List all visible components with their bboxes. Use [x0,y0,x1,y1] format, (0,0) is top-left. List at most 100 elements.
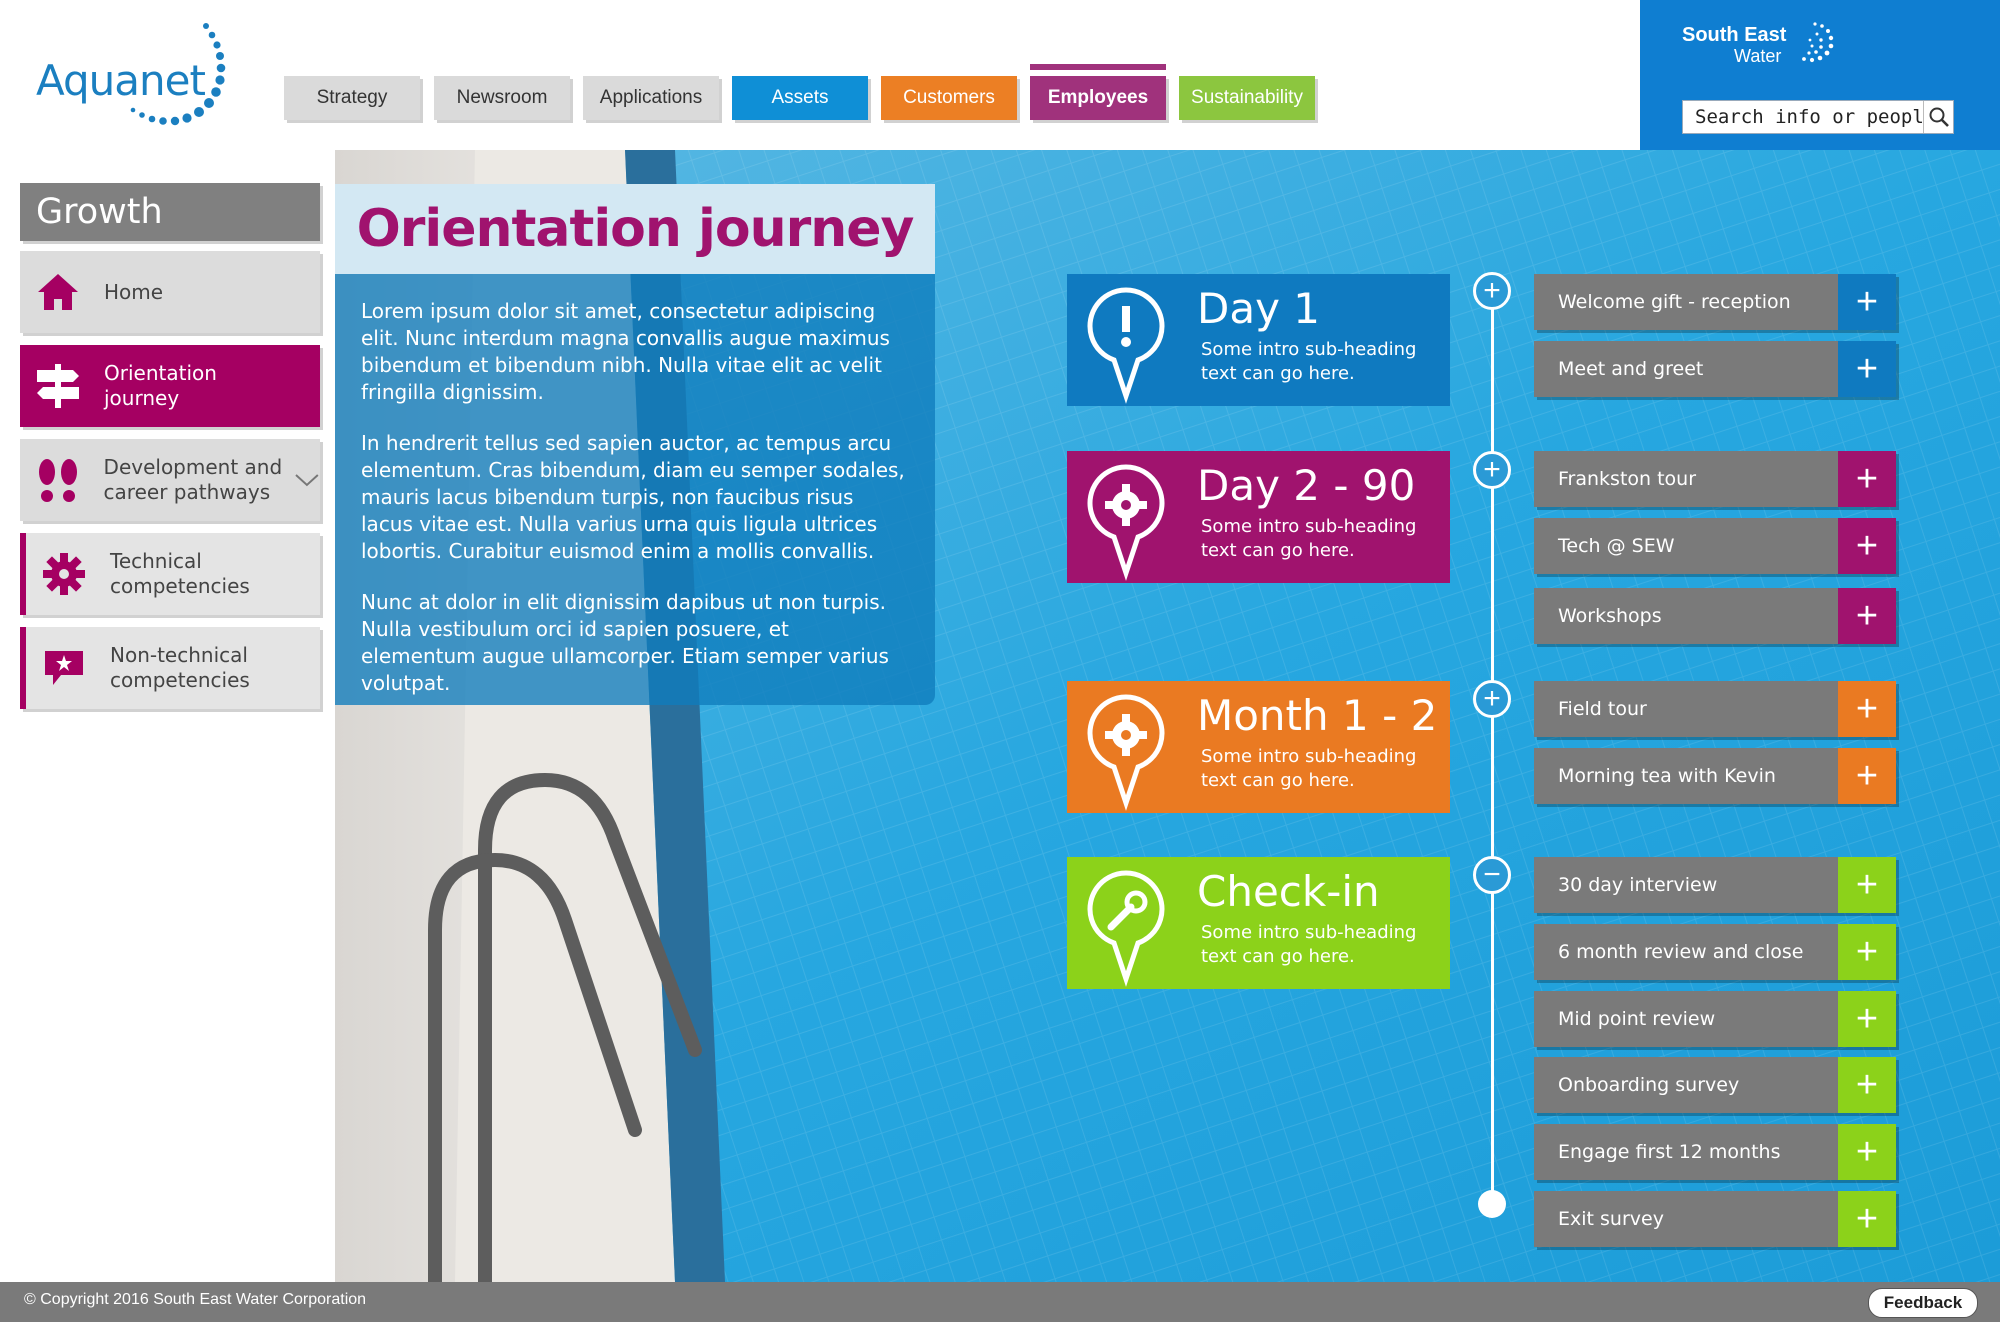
sidebar-item-label: Technical competencies [110,549,250,598]
expand-plus-icon[interactable]: + [1838,1057,1896,1113]
nav-tab-employees-label: Employees [1047,87,1149,108]
stage-title: Month 1 - 2 [1197,691,1438,740]
sidebar-item-label: Orientation journey [104,361,217,410]
timeline-end-dot [1478,1190,1506,1218]
wrench-pin-icon [1087,870,1165,987]
nav-tab-sustainability[interactable]: Sustainability [1179,76,1315,120]
intro-panel: Orientation journey Lorem ipsum dolor si… [335,150,935,705]
task-item[interactable]: 30 day interview + [1534,857,1896,913]
nav-tab-assets[interactable]: Assets [732,76,868,120]
task-item[interactable]: Tech @ SEW + [1534,518,1896,574]
expand-plus-icon[interactable]: + [1838,274,1896,330]
sidebar-item-orientation-journey[interactable]: Orientation journey [20,345,320,427]
swirl-logo-icon [1802,22,1834,63]
stage-subheading: Some intro sub-heading text can go here. [1201,516,1417,561]
sidebar-item-home[interactable]: Home [20,251,320,333]
sidebar-item-label: Development and career pathways [103,455,283,504]
gear-icon [32,552,96,596]
page-title: Orientation journey [356,199,915,259]
gear-pin-icon [1087,694,1165,811]
task-label: Frankston tour [1558,468,1697,490]
nav-tab-applications[interactable]: Applications [583,76,719,120]
expand-plus-icon[interactable]: + [1838,681,1896,737]
task-item[interactable]: 6 month review and close + [1534,924,1896,980]
task-item[interactable]: Onboarding survey + [1534,1057,1896,1113]
expand-plus-icon[interactable]: + [1838,1191,1896,1247]
sidebar: Growth Home Orientation journey Developm… [20,183,320,709]
timeline-node[interactable]: − [1473,856,1511,894]
feedback-button[interactable]: Feedback [1868,1288,1978,1318]
expand-plus-icon[interactable]: + [1838,341,1896,397]
stage-day-1[interactable]: Day 1 Some intro sub-heading text can go… [1067,274,1450,406]
timeline-line [1491,290,1494,1200]
aquanet-logo[interactable]: Aquanet [36,22,246,137]
search-button[interactable] [1923,101,1953,133]
task-item[interactable]: Engage first 12 months + [1534,1124,1896,1180]
copyright-text: © Copyright 2016 South East Water Corpor… [24,1291,367,1308]
nav-tab-customers[interactable]: Customers [881,76,1017,120]
task-label: Onboarding survey [1558,1074,1740,1096]
task-label: Workshops [1558,605,1662,627]
task-item[interactable]: Morning tea with Kevin + [1534,748,1896,804]
search-box [1682,100,1954,134]
expand-plus-icon[interactable]: + [1838,924,1896,980]
timeline-node[interactable]: + [1473,272,1511,310]
sidebar-item-development[interactable]: Development and career pathways [20,439,320,521]
sidebar-title: Growth [20,183,320,241]
expand-plus-icon[interactable]: + [1838,991,1896,1047]
stage-title: Day 2 - 90 [1197,461,1416,510]
nav-tab-employees[interactable]: Employees [1030,64,1166,120]
stage-month-1-2[interactable]: Month 1 - 2 Some intro sub-heading text … [1067,681,1450,813]
home-icon [26,272,90,312]
search-icon [1929,107,1949,127]
stage-day-2-90[interactable]: Day 2 - 90 Some intro sub-heading text c… [1067,451,1450,583]
expand-plus-icon[interactable]: + [1838,518,1896,574]
nav-tab-strategy[interactable]: Strategy [284,76,420,120]
task-item[interactable]: Workshops + [1534,588,1896,644]
task-item[interactable]: Welcome gift - reception + [1534,274,1896,330]
task-label: Meet and greet [1558,358,1704,380]
sidebar-item-non-technical[interactable]: Non-technical competencies [20,627,320,709]
stage-check-in[interactable]: Check-in Some intro sub-heading text can… [1067,857,1450,989]
intro-body: Lorem ipsum dolor sit amet, consectetur … [335,274,935,705]
timeline-node[interactable]: + [1473,451,1511,489]
stage-title: Day 1 [1197,284,1321,333]
task-label: Tech @ SEW [1558,535,1675,557]
south-east-water-logo[interactable]: South East Water [1682,24,1787,66]
task-item[interactable]: Exit survey + [1534,1191,1896,1247]
sidebar-item-technical[interactable]: Technical competencies [20,533,320,615]
speech-star-icon [32,647,96,689]
sidebar-item-label: Home [104,279,164,304]
sidebar-item-label: Non-technical competencies [110,643,250,692]
task-item[interactable]: Mid point review + [1534,991,1896,1047]
logo-text: Aquanet [36,56,206,105]
chevron-down-icon[interactable] [294,472,320,488]
intro-paragraph: Nunc at dolor in elit dignissim dapibus … [361,590,889,695]
expand-plus-icon[interactable]: + [1838,857,1896,913]
brand-panel: South East Water [1640,0,2000,150]
task-label: Field tour [1558,698,1647,720]
gear-pin-icon [1087,464,1165,581]
brand-line-2: Water [1734,46,1782,66]
task-item[interactable]: Field tour + [1534,681,1896,737]
task-label: Welcome gift - reception [1558,291,1791,313]
expand-plus-icon[interactable]: + [1838,1124,1896,1180]
task-item[interactable]: Frankston tour + [1534,451,1896,507]
expand-plus-icon[interactable]: + [1838,748,1896,804]
search-input[interactable] [1683,101,1923,133]
brand-line-1: South East [1682,24,1787,46]
expand-plus-icon[interactable]: + [1838,451,1896,507]
task-item[interactable]: Meet and greet + [1534,341,1896,397]
stage-subheading: Some intro sub-heading text can go here. [1201,339,1417,384]
stage-subheading: Some intro sub-heading text can go here. [1201,746,1417,791]
active-tab-indicator [1030,64,1166,70]
intro-paragraph: Lorem ipsum dolor sit amet, consectetur … [361,299,890,404]
expand-plus-icon[interactable]: + [1838,588,1896,644]
task-label: 30 day interview [1558,874,1718,896]
task-label: Exit survey [1558,1208,1664,1230]
timeline-node[interactable]: + [1473,680,1511,718]
stage-subheading: Some intro sub-heading text can go here. [1201,922,1417,967]
nav-tab-newsroom[interactable]: Newsroom [434,76,570,120]
signpost-icon [26,362,90,410]
intro-header: Orientation journey [335,184,935,274]
